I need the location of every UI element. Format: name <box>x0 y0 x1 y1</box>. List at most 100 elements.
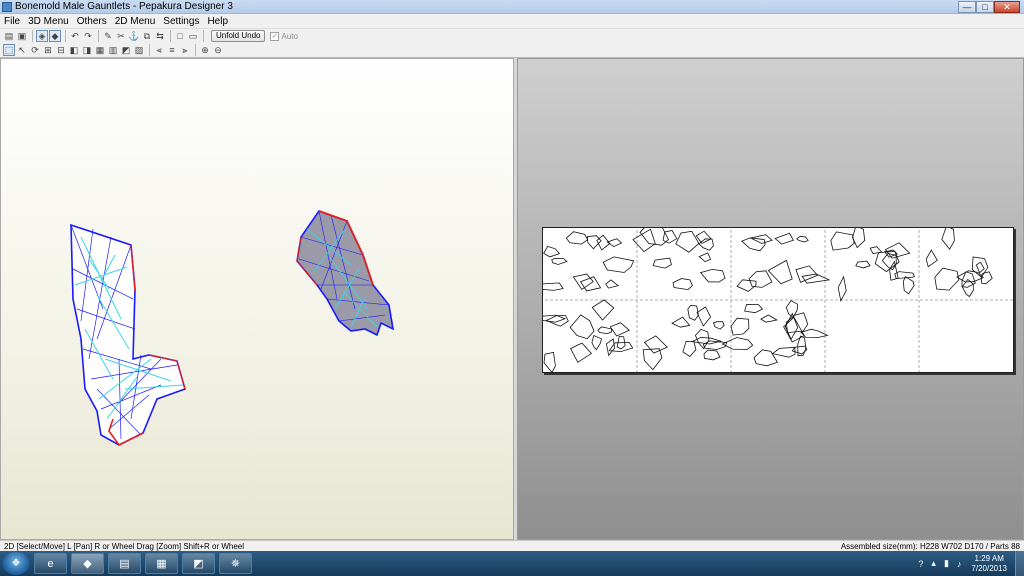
unfolded-part[interactable] <box>639 221 670 246</box>
menu-file[interactable]: File <box>0 16 24 27</box>
open-icon[interactable]: ▤ <box>3 30 15 42</box>
menu-3d[interactable]: 3D Menu <box>24 16 73 27</box>
unfolded-part[interactable] <box>591 334 602 351</box>
part-icon[interactable]: ◩ <box>120 44 132 56</box>
volume-icon[interactable]: ♪ <box>957 559 962 569</box>
unfolded-part[interactable] <box>855 260 871 269</box>
3d-view-pane[interactable] <box>0 58 514 540</box>
align-center-icon[interactable]: ≡ <box>166 44 178 56</box>
save-icon[interactable]: ▣ <box>16 30 28 42</box>
zoom-out-icon[interactable]: ⊖ <box>212 44 224 56</box>
unfolded-part[interactable] <box>543 245 561 258</box>
pattern-sheet[interactable] <box>536 221 1014 374</box>
unfolded-part[interactable] <box>975 261 985 274</box>
redo-icon[interactable]: ↷ <box>82 30 94 42</box>
move-icon[interactable]: ⇆ <box>154 30 166 42</box>
unfolded-part[interactable] <box>591 299 615 321</box>
unfolded-part[interactable] <box>796 235 809 243</box>
clock[interactable]: 1:29 AM 7/20/2013 <box>971 554 1007 574</box>
unfolded-part[interactable] <box>699 268 726 283</box>
align-right-icon[interactable]: ⫸ <box>179 44 191 56</box>
flap-icon[interactable]: ◧ <box>68 44 80 56</box>
rotate-icon[interactable]: ⟳ <box>29 44 41 56</box>
unfolded-part[interactable] <box>837 275 847 302</box>
undo-icon[interactable]: ↶ <box>69 30 81 42</box>
unfolded-part[interactable] <box>702 340 728 350</box>
zoom-in-icon[interactable]: ⊕ <box>199 44 211 56</box>
anchor-icon[interactable]: ⚓ <box>128 30 140 42</box>
pencil-icon[interactable]: ✎ <box>102 30 114 42</box>
unfolded-part[interactable] <box>609 322 630 337</box>
unfolded-part[interactable] <box>572 273 594 291</box>
show-hidden-icons-icon[interactable]: ▴ <box>931 558 936 569</box>
unfolded-part[interactable] <box>696 306 712 327</box>
unfolded-part[interactable] <box>830 231 855 251</box>
unfolded-part[interactable] <box>767 259 793 285</box>
internet-explorer-icon[interactable]: e <box>34 553 67 574</box>
unfolded-part[interactable] <box>934 267 960 291</box>
unfolded-part[interactable] <box>586 235 602 250</box>
unfolded-part[interactable] <box>672 278 693 291</box>
window-alt-icon[interactable]: ▭ <box>187 30 199 42</box>
copy-icon[interactable]: ⧉ <box>141 30 153 42</box>
menu-help[interactable]: Help <box>203 16 232 27</box>
arrow-icon[interactable]: ↖ <box>16 44 28 56</box>
unfolded-part[interactable] <box>545 315 569 327</box>
windows-start-icon[interactable]: ❖ <box>2 552 30 575</box>
help-icon[interactable]: ? <box>918 559 923 569</box>
unfolded-part[interactable] <box>695 230 712 244</box>
2d-view-pane[interactable] <box>517 58 1024 540</box>
unfolded-part[interactable] <box>605 338 616 357</box>
app-calculator-icon[interactable]: ▦ <box>145 553 178 574</box>
minimize-button[interactable]: — <box>958 0 976 13</box>
window-icon[interactable]: □ <box>174 30 186 42</box>
unfolded-part[interactable] <box>570 342 593 363</box>
unfolded-part[interactable] <box>925 249 938 268</box>
unfolded-part[interactable] <box>698 252 712 263</box>
unfolded-part[interactable] <box>771 346 796 358</box>
gauntlet-model-right[interactable] <box>296 210 395 337</box>
unfolded-part[interactable] <box>703 349 721 361</box>
join-icon[interactable]: ⊞ <box>42 44 54 56</box>
app-orange-icon[interactable]: ◩ <box>182 553 215 574</box>
network-icon[interactable]: ▮ <box>944 558 949 569</box>
menu-others[interactable]: Others <box>73 16 111 27</box>
menu-2d[interactable]: 2D Menu <box>111 16 160 27</box>
unfolded-part[interactable] <box>712 321 725 330</box>
unfolded-part[interactable] <box>744 303 764 314</box>
unfold-undo-button[interactable]: Unfold Undo <box>211 30 266 42</box>
unfolded-part[interactable] <box>605 279 619 289</box>
menu-settings[interactable]: Settings <box>159 16 203 27</box>
unfolded-part[interactable] <box>671 316 691 328</box>
tab-icon[interactable]: ◨ <box>81 44 93 56</box>
unfolded-part[interactable] <box>698 238 714 251</box>
unfolded-part[interactable] <box>565 231 589 245</box>
edge-icon[interactable]: ⊟ <box>55 44 67 56</box>
texture-icon[interactable]: ◆ <box>49 30 61 42</box>
unfolded-part[interactable] <box>774 232 794 245</box>
unfolded-part[interactable] <box>721 337 754 350</box>
unfolded-part[interactable] <box>941 225 955 251</box>
face-icon[interactable]: ▦ <box>94 44 106 56</box>
select-icon[interactable]: ⬚ <box>3 44 15 56</box>
unfolded-part[interactable] <box>597 326 613 335</box>
layout-icon[interactable]: ▨ <box>133 44 145 56</box>
unfolded-part[interactable] <box>643 335 668 354</box>
unfolded-part[interactable] <box>536 314 567 323</box>
3d-model-viewport[interactable] <box>1 59 515 541</box>
unfolded-part[interactable] <box>675 230 700 253</box>
pepakura-icon[interactable]: ◆ <box>71 553 104 574</box>
cut-icon[interactable]: ✂ <box>115 30 127 42</box>
unfolded-part[interactable] <box>852 225 866 249</box>
close-button[interactable]: ✕ <box>994 0 1020 13</box>
unfolded-part[interactable] <box>569 314 595 340</box>
unfolded-part[interactable] <box>551 258 568 265</box>
3d-view-icon[interactable]: ◈ <box>36 30 48 42</box>
app-green-icon[interactable]: ▤ <box>108 553 141 574</box>
auto-checkbox[interactable]: ✓ Auto <box>270 31 298 41</box>
unfolded-part[interactable] <box>889 260 899 281</box>
unfolded-part[interactable] <box>543 351 556 374</box>
show-desktop-button[interactable] <box>1015 551 1024 576</box>
unfolded-part[interactable] <box>902 276 915 295</box>
unfolded-part[interactable] <box>736 279 757 292</box>
